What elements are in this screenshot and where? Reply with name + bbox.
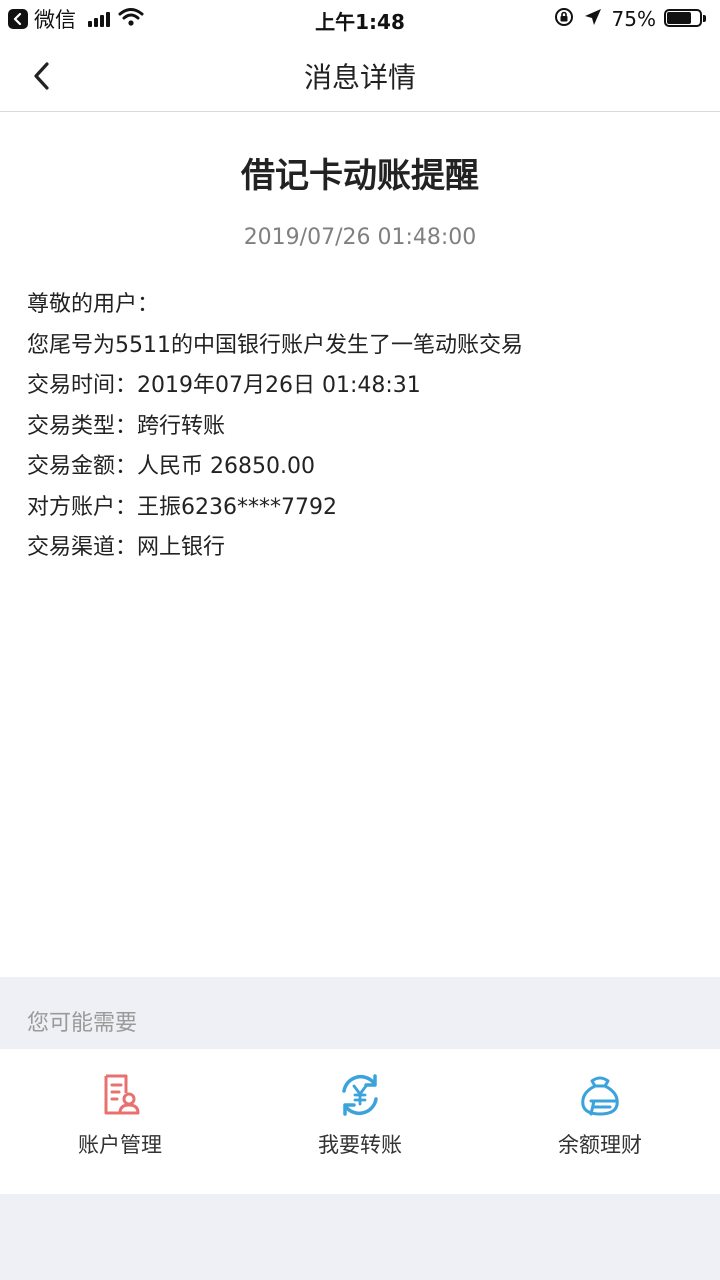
wealth-management-icon <box>581 1076 619 1116</box>
orientation-lock-icon <box>554 7 574 31</box>
quick-actions: 账户管理 我要转账 余额理财 <box>0 1049 720 1194</box>
message-title: 借记卡动账提醒 <box>241 156 479 196</box>
location-arrow-icon <box>584 8 602 30</box>
back-button[interactable] <box>22 56 62 96</box>
message-body: 尊敬的用户： 您尾号为5511的中国银行账户发生了一笔动账交易 交易时间：201… <box>27 285 697 569</box>
message-transaction-channel: 交易渠道：网上银行 <box>27 535 226 560</box>
wealth-management-label: 余额理财 <box>558 1133 642 1157</box>
battery-percentage: 75% <box>611 7 656 31</box>
transfer-button[interactable]: 我要转账 <box>240 1049 480 1194</box>
message-greeting: 尊敬的用户： <box>27 292 160 317</box>
account-management-icon <box>104 1074 140 1115</box>
message-transaction-amount: 交易金额：人民币 26850.00 <box>27 454 315 479</box>
account-management-label: 账户管理 <box>78 1133 162 1157</box>
account-management-button[interactable]: 账户管理 <box>0 1049 240 1194</box>
message-summary: 您尾号为5511的中国银行账户发生了一笔动账交易 <box>27 332 523 358</box>
status-bar-right: 75% <box>554 6 708 32</box>
message-counterparty-account: 对方账户：王振6236****7792 <box>27 494 337 520</box>
battery-icon <box>664 9 708 29</box>
message-transaction-type: 交易类型：跨行转账 <box>27 413 226 439</box>
message-transaction-time: 交易时间：2019年07月26日 01:48:31 <box>27 373 421 398</box>
wealth-management-button[interactable]: 余额理财 <box>480 1049 720 1194</box>
transfer-icon <box>342 1074 378 1116</box>
page-title: 消息详情 <box>303 61 416 94</box>
chevron-left-icon <box>34 62 49 90</box>
navigation-bar: 消息详情 <box>0 40 720 112</box>
transfer-label: 我要转账 <box>318 1133 402 1157</box>
suggestions-title: 您可能需要 <box>27 1011 138 1036</box>
message-date: 2019/07/26 01:48:00 <box>243 225 477 250</box>
status-bar: 微信 上午1:48 75% <box>0 0 720 40</box>
